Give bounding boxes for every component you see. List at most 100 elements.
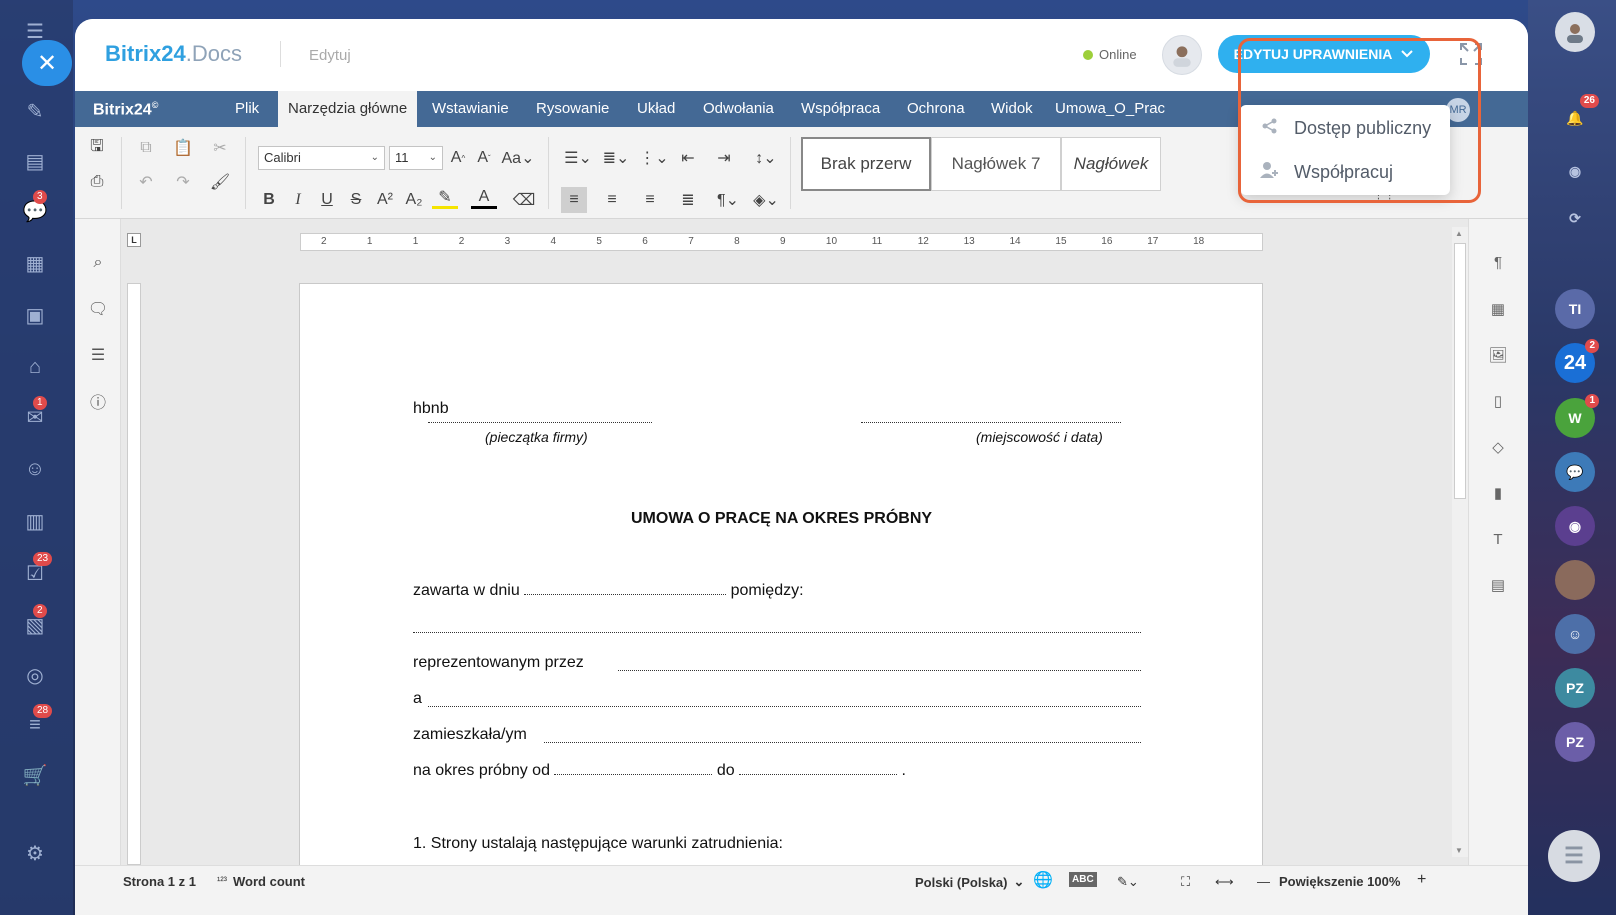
align-center-icon[interactable]: ≡ [599,187,625,213]
tab-uklad[interactable]: Układ [627,91,685,127]
cart-icon[interactable]: 🛒 [20,760,50,790]
calendar-icon[interactable]: ▦ [20,248,50,278]
save-icon[interactable]: 🖫 [84,135,110,161]
mail-icon[interactable]: ✉ 1 [20,396,50,432]
font-color-icon[interactable]: A [471,187,497,209]
feed-icon[interactable]: ✎ [20,96,50,126]
paragraph-marks-icon[interactable]: ¶⌄ [711,187,745,213]
tasks-list-icon[interactable]: ▤ [20,146,50,176]
contact-avatar-pz[interactable]: PZ [1555,668,1595,708]
comments-icon[interactable]: 🗨 [85,296,111,322]
font-size-select[interactable]: 11 ⌄ [389,146,443,170]
tab-stop-selector[interactable]: L [127,233,141,247]
goals-icon[interactable]: ◎ [20,660,50,690]
font-family-select[interactable]: Calibri ⌄ [258,146,385,170]
globe-icon[interactable]: 🌐 [1033,870,1053,890]
zoom-level[interactable]: Powiększenie 100% [1279,874,1400,889]
paragraph-settings-icon[interactable]: ¶ [1485,249,1511,275]
highlight-color-icon[interactable]: ✎ [432,187,458,209]
settings-icon[interactable]: ⚙ [20,838,50,868]
text-art-icon[interactable]: T [1485,526,1511,552]
align-right-icon[interactable]: ≡ [637,187,663,213]
clear-formatting-icon[interactable]: ⌫ [511,187,537,213]
crm-icon[interactable]: ▥ [20,506,50,536]
decrease-font-icon[interactable]: Aˇ [471,145,497,171]
tab-wstawianie[interactable]: Wstawianie [422,91,519,127]
pulse-icon[interactable]: ◉ [1555,151,1595,191]
increase-indent-icon[interactable]: ⇥ [711,145,737,171]
vertical-ruler[interactable] [127,283,141,865]
shading-icon[interactable]: ◈⌄ [749,187,783,213]
document-page[interactable]: hbnb (pieczątka firmy) (miejscowość i da… [299,283,1263,883]
channel-icon[interactable]: ◉ [1555,506,1595,546]
contact-avatar-24[interactable]: 24 2 [1555,339,1599,383]
chat-icon[interactable]: 💬 3 [20,190,50,226]
zoom-out-icon[interactable]: — [1257,874,1270,889]
decrease-indent-icon[interactable]: ⇤ [675,145,701,171]
fit-page-icon[interactable]: ⛶ [1181,874,1190,890]
tab-rysowanie[interactable]: Rysowanie [526,91,619,127]
redo-icon[interactable]: ↷ [170,169,196,195]
groups-icon[interactable]: ☺ [20,454,50,484]
tab-widok[interactable]: Widok [981,91,1043,127]
close-button[interactable]: ✕ [22,40,72,86]
shape-settings-icon[interactable]: ◇ [1485,434,1511,460]
fit-width-icon[interactable]: ⟷ [1215,874,1234,890]
italic-icon[interactable]: I [285,187,311,213]
contact-avatar-ti[interactable]: TI [1555,289,1595,329]
page-indicator[interactable]: Strona 1 z 1 [123,874,196,889]
scroll-up-icon[interactable]: ▲ [1455,229,1463,238]
messenger-menu-icon[interactable]: ☰ [1548,830,1600,882]
language-select[interactable]: Polski (Polska) ⌄ [915,874,1024,890]
tab-plik[interactable]: Plik [225,91,269,127]
style-heading[interactable]: Nagłówek [1061,137,1161,191]
header-footer-icon[interactable]: ▯ [1485,388,1511,414]
contact-avatar-w[interactable]: W1 [1555,394,1599,438]
scroll-down-icon[interactable]: ▼ [1455,846,1463,855]
chart-settings-icon[interactable]: ▮ [1485,480,1511,506]
numbered-list-icon[interactable]: ≣⌄ [599,145,633,171]
justify-icon[interactable]: ≣ [675,187,701,213]
tab-ochrona[interactable]: Ochrona [897,91,975,127]
info-icon[interactable]: ⓘ [85,388,111,414]
mail-merge-icon[interactable]: ▤ [1485,572,1511,598]
tab-wspolpraca[interactable]: Współpraca [791,91,890,127]
bullet-list-icon[interactable]: ☰⌄ [561,145,595,171]
current-user-avatar[interactable] [1162,35,1202,75]
track-changes-icon[interactable]: ✎⌄ [1117,874,1139,890]
tasks-icon[interactable]: ☑ 23 [20,552,53,588]
contact-avatar-photo[interactable] [1555,560,1595,600]
sync-icon[interactable]: ⟳ [1555,198,1595,238]
search-icon[interactable]: ⌕ [85,250,111,276]
scroll-thumb[interactable] [1454,243,1466,499]
zoom-in-icon[interactable]: + [1417,871,1426,889]
strikethrough-icon[interactable]: S [343,187,369,213]
paste-icon[interactable]: 📋 [170,135,196,161]
documents-icon[interactable]: ▣ [20,300,50,330]
increase-font-icon[interactable]: A ^ [445,145,471,171]
superscript-icon[interactable]: A² [372,187,398,213]
table-settings-icon[interactable]: ▦ [1485,296,1511,322]
chat-bubble-icon[interactable]: 💬 [1555,452,1595,492]
filter-icon[interactable]: ≡ 28 [20,704,53,740]
print-icon[interactable]: ⎙ [84,169,110,195]
drive-icon[interactable]: ⌂ [20,352,50,382]
multilevel-list-icon[interactable]: ⋮⌄ [637,145,671,171]
copy-icon[interactable]: ⧉ [133,135,159,161]
style-heading-7[interactable]: Nagłówek 7 [931,137,1061,191]
underline-icon[interactable]: U [314,187,340,213]
contacts-icon[interactable]: ▧ 2 [20,604,50,640]
style-no-spacing[interactable]: Brak przerw [801,137,931,191]
format-painter-icon[interactable]: 🖌 [207,169,233,195]
image-settings-icon[interactable]: 🖼 [1485,342,1511,368]
spellcheck-icon[interactable]: ABC [1069,872,1097,887]
profile-avatar[interactable] [1555,12,1595,52]
bold-icon[interactable]: B [256,187,282,213]
tab-narzedzia-glowne[interactable]: Narzędzia główne [278,91,418,127]
contact-avatar-pz-2[interactable]: PZ [1555,722,1595,762]
notifications-icon[interactable]: 🔔 26 [1555,94,1599,138]
undo-icon[interactable]: ↶ [133,169,159,195]
word-count[interactable]: ¹²³ Word count [217,874,305,889]
cut-icon[interactable]: ✂ [207,135,233,161]
navigation-icon[interactable]: ☰ [85,342,111,368]
